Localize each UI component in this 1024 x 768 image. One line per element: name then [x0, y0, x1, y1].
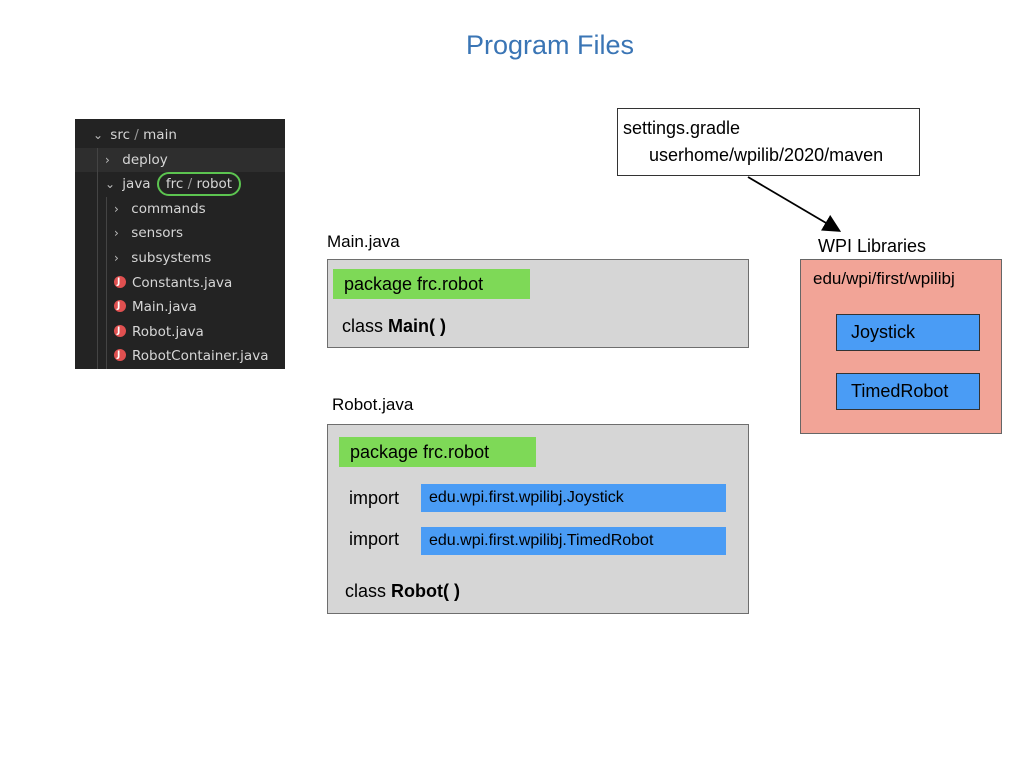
- wpi-package-path: edu/wpi/first/wpilibj: [813, 269, 955, 288]
- wpi-libraries-box: edu/wpi/first/wpilibj Joystick TimedRobo…: [800, 259, 1002, 434]
- wpi-class-joystick: Joystick: [836, 314, 980, 351]
- wpi-class-timedrobot: TimedRobot: [836, 373, 980, 410]
- wpi-libraries-label: WPI Libraries: [818, 236, 927, 256]
